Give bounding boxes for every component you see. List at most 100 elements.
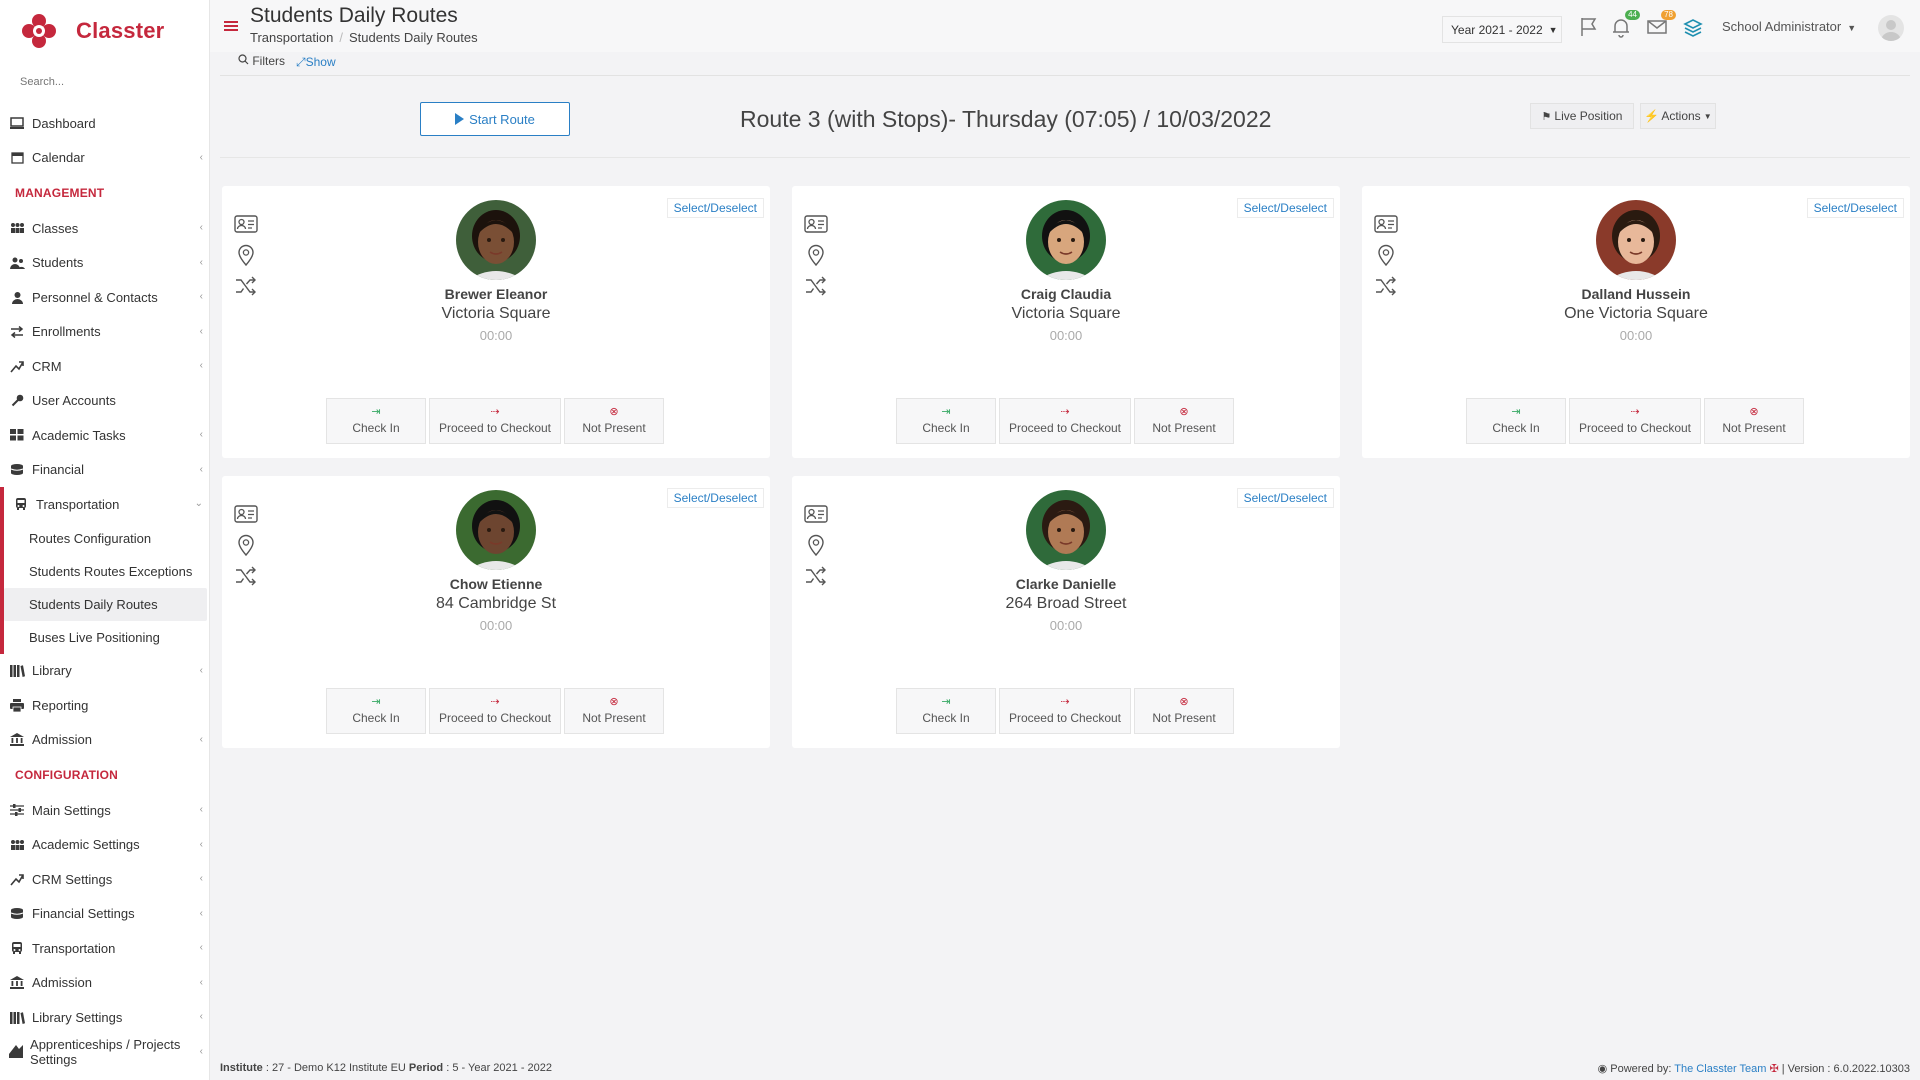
select-deselect-link[interactable]: Select/Deselect [666,198,764,218]
institute-label: Institute [220,1062,263,1074]
map-pin-icon: ⚑ [1541,110,1552,123]
checkout-label: Proceed to Checkout [438,711,552,725]
sidebar-item-user-accounts[interactable]: User Accounts [0,384,209,419]
year-select[interactable]: Year 2021 - 2022 ▼ [1442,16,1562,43]
proceed-to-checkout-button[interactable]: ⇢ Proceed to Checkout [1569,398,1701,444]
map-pin-icon[interactable] [1374,239,1400,270]
flag-icon[interactable] [1578,16,1602,38]
sidebar-item-admission[interactable]: Admission ‹ [0,723,209,758]
sidebar-subitem-buses-live-positioning[interactable]: Buses Live Positioning [4,621,209,654]
check-in-button[interactable]: ⇥ Check In [896,398,996,444]
sidebar-subitem-label: Students Daily Routes [29,596,158,612]
logo[interactable]: Classter [0,0,209,62]
sidebar-item-library[interactable]: Library ‹ [0,654,209,689]
check-in-button[interactable]: ⇥ Check In [326,398,426,444]
select-deselect-link[interactable]: Select/Deselect [1236,488,1334,508]
select-deselect-link[interactable]: Select/Deselect [1806,198,1904,218]
actions-dropdown[interactable]: ⚡ Actions ▼ [1640,103,1716,129]
sidebar-item-label: Students [32,255,84,271]
proceed-to-checkout-button[interactable]: ⇢ Proceed to Checkout [429,688,561,734]
sidebar-item-admission[interactable]: Admission ‹ [0,966,209,1001]
check-in-button[interactable]: ⇥ Check In [1466,398,1566,444]
chevron-left-icon: ‹ [199,976,203,988]
not-present-button[interactable]: ⊗ Not Present [564,688,664,734]
sidebar-item-transportation[interactable]: Transportation ⌄ [4,487,209,522]
sidebar-item-reporting[interactable]: Reporting [0,688,209,723]
sidebar-item-academic-tasks[interactable]: Academic Tasks ‹ [0,418,209,453]
chevron-left-icon: ‹ [199,429,203,440]
map-pin-icon[interactable] [804,529,830,560]
id-card-icon[interactable] [1374,208,1400,239]
not-present-button[interactable]: ⊗ Not Present [1704,398,1804,444]
filters-show-link[interactable]: ⤢Show [296,55,336,70]
institute-value: : 27 - Demo K12 Institute EU [265,1062,406,1074]
sidebar-item-classes[interactable]: Classes ‹ [0,211,209,246]
id-card-icon[interactable] [804,208,830,239]
circle-x-icon: ⊗ [1179,406,1189,418]
sidebar-item-crm-settings[interactable]: CRM Settings ‹ [0,862,209,897]
select-deselect-link[interactable]: Select/Deselect [1236,198,1334,218]
id-card-icon[interactable] [234,208,260,239]
filters-bar: Filters ⤢Show [220,52,1910,76]
sidebar-item-label: CRM Settings [32,871,113,887]
user-avatar[interactable] [1878,15,1904,41]
sidebar-item-financial-settings[interactable]: Financial Settings ‹ [0,897,209,932]
map-pin-icon[interactable] [234,529,260,560]
year-select-value: Year 2021 - 2022 [1451,22,1543,37]
management-section-title: MANAGEMENT [15,186,105,200]
classter-mini-logo-icon: ✠ [1769,1063,1779,1075]
classter-team-link[interactable]: The Classter Team [1674,1063,1766,1075]
sidebar-subitem-students-routes-exceptions[interactable]: Students Routes Exceptions [4,555,209,588]
student-name: Brewer Eleanor [444,286,548,302]
start-route-button[interactable]: Start Route [420,102,570,136]
sidebar-item-apprenticeships-projects-settings[interactable]: Apprenticeships / Projects Settings ‹ [0,1035,209,1070]
check-in-label: Check In [352,421,400,435]
check-in-button[interactable]: ⇥ Check In [896,688,996,734]
sidebar-item-financial[interactable]: Financial ‹ [0,453,209,488]
sidebar-item-dashboard[interactable]: Dashboard [0,106,209,141]
crm-icon [8,872,26,886]
bell-icon[interactable]: 44 [1610,10,1640,38]
sidebar-item-crm[interactable]: CRM ‹ [0,349,209,384]
map-pin-icon[interactable] [234,239,260,270]
monitor-icon [8,116,26,130]
not-present-label: Not Present [1722,421,1786,435]
live-position-button[interactable]: ⚑ Live Position [1530,103,1634,129]
mail-icon[interactable]: 78 [1646,10,1676,38]
user-menu[interactable]: School Administrator ▼ [1722,19,1856,34]
id-card-icon[interactable] [804,498,830,529]
sidebar-item-label: Enrollments [32,324,101,340]
sidebar-subitem-students-daily-routes[interactable]: Students Daily Routes [4,587,207,621]
menu-toggle-icon[interactable] [224,21,238,31]
breadcrumb-transportation[interactable]: Transportation [250,30,333,45]
sidebar-item-library-settings[interactable]: Library Settings ‹ [0,1000,209,1035]
stack-icon[interactable] [1682,16,1706,38]
powered-by-label: Powered by: [1610,1063,1672,1075]
not-present-button[interactable]: ⊗ Not Present [564,398,664,444]
sidebar-item-calendar[interactable]: Calendar ‹ [0,141,209,176]
sidebar-item-label: Main Settings [32,802,111,818]
not-present-button[interactable]: ⊗ Not Present [1134,398,1234,444]
transportation-group: Transportation ⌄ Routes Configuration Stu… [0,487,209,654]
filters-toggle[interactable]: Filters [238,54,285,68]
proceed-to-checkout-button[interactable]: ⇢ Proceed to Checkout [999,688,1131,734]
sidebar-item-academic-settings[interactable]: Academic Settings ‹ [0,828,209,863]
proceed-to-checkout-button[interactable]: ⇢ Proceed to Checkout [999,398,1131,444]
sidebar-item-enrollments[interactable]: Enrollments ‹ [0,315,209,350]
id-card-icon[interactable] [234,498,260,529]
student-photo [456,200,536,280]
sidebar-item-transportation[interactable]: Transportation ‹ [0,931,209,966]
check-in-button[interactable]: ⇥ Check In [326,688,426,734]
sidebar-item-main-settings[interactable]: Main Settings ‹ [0,793,209,828]
proceed-to-checkout-button[interactable]: ⇢ Proceed to Checkout [429,398,561,444]
sidebar-item-personnel-contacts[interactable]: Personnel & Contacts ‹ [0,280,209,315]
select-deselect-link[interactable]: Select/Deselect [666,488,764,508]
sidebar-search-input[interactable] [14,68,190,96]
not-present-button[interactable]: ⊗ Not Present [1134,688,1234,734]
map-pin-icon[interactable] [804,239,830,270]
sidebar-item-students[interactable]: Students ‹ [0,246,209,281]
personnel-icon [8,290,26,304]
sidebar-item-label: Transportation [36,496,120,512]
chevron-left-icon: ‹ [199,733,203,745]
sidebar-subitem-routes-configuration[interactable]: Routes Configuration [4,522,209,555]
